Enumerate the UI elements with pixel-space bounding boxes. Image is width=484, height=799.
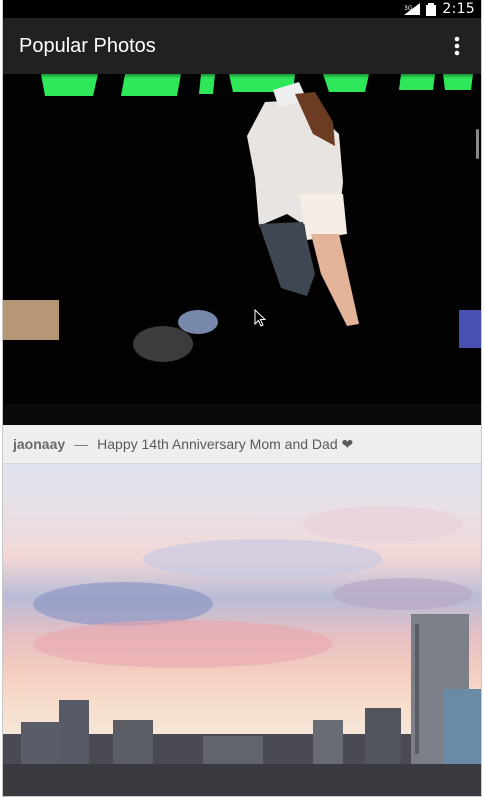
more-vert-icon xyxy=(454,36,460,56)
caption-separator: — xyxy=(74,436,89,452)
concert-image xyxy=(3,74,481,425)
photo-concert[interactable] xyxy=(3,74,481,425)
caption-username[interactable]: jaonaay xyxy=(13,436,65,452)
caption-text: Happy 14th Anniversary Mom and Dad ❤ xyxy=(97,435,354,452)
status-bar: 3G 2:15 xyxy=(3,0,481,18)
scrollbar-thumb[interactable] xyxy=(476,129,479,159)
signal-icon: 3G xyxy=(404,3,421,15)
page-title: Popular Photos xyxy=(19,34,156,57)
overflow-menu-button[interactable] xyxy=(437,26,477,66)
skyline-image xyxy=(3,506,481,796)
svg-text:3G: 3G xyxy=(404,5,413,12)
photo-feed[interactable]: jaonaay — Happy 14th Anniversary Mom and… xyxy=(3,74,481,796)
photo-caption: jaonaay — Happy 14th Anniversary Mom and… xyxy=(3,425,481,464)
app-window: 3G 2:15 Popular Photos jaonaay — Happy 1… xyxy=(2,0,482,797)
action-bar: Popular Photos xyxy=(3,18,481,74)
battery-icon xyxy=(426,2,437,16)
photo-city-skyline[interactable] xyxy=(3,464,481,796)
mouse-cursor-icon xyxy=(254,309,266,327)
status-time: 2:15 xyxy=(442,1,475,17)
